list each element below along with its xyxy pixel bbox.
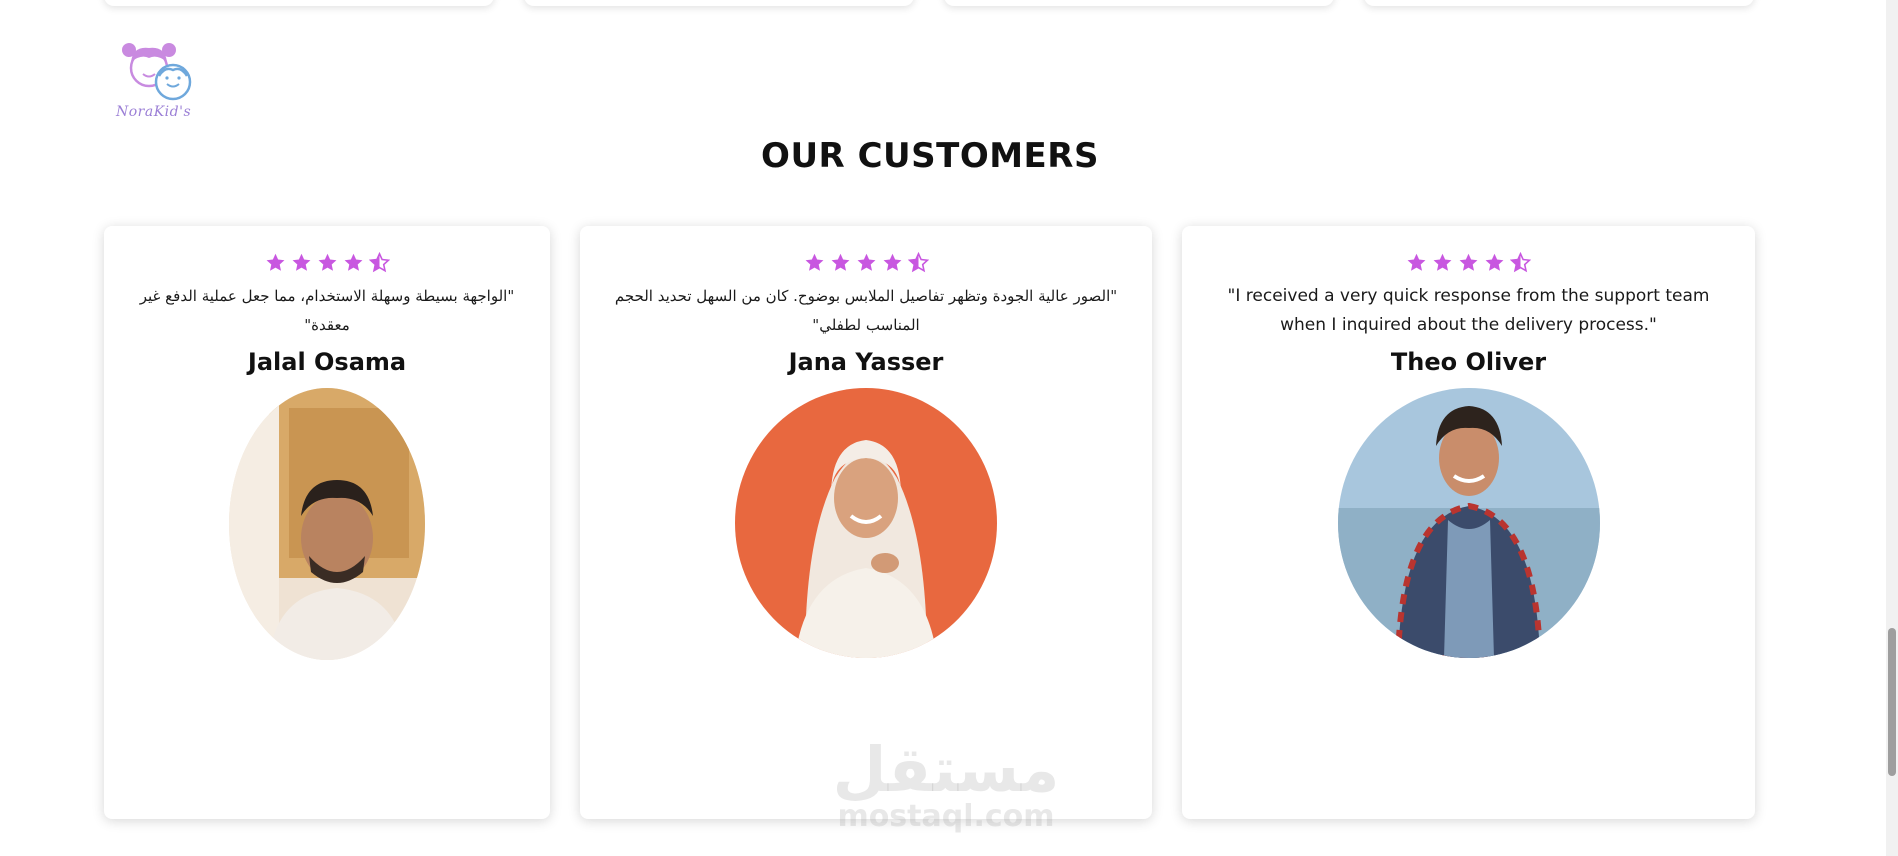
customer-name: Theo Oliver	[1390, 348, 1547, 376]
customer-photo-icon	[1337, 388, 1600, 658]
customer-name: Jana Yasser	[788, 348, 944, 376]
star-icon	[292, 253, 310, 271]
half-star-icon	[907, 252, 929, 273]
customer-photo-theo	[1337, 388, 1600, 658]
testimonial-quote: "الصور عالية الجودة وتظهر تفاصيل الملابس…	[614, 287, 1118, 334]
section-title: OUR CUSTOMERS	[761, 136, 1099, 176]
customer-photo-icon	[229, 388, 425, 660]
star-icon	[1433, 253, 1452, 271]
page-scrollbar[interactable]	[1886, 0, 1898, 856]
half-star-icon	[368, 252, 390, 273]
star-icon	[318, 253, 336, 271]
customer-photo-icon	[735, 388, 997, 658]
previous-card	[104, 0, 494, 6]
star-rating	[104, 252, 550, 274]
star-icon	[857, 253, 875, 271]
previous-card	[524, 0, 914, 6]
star-icon	[883, 253, 901, 271]
customer-photo-jalal	[229, 388, 425, 660]
star-icon	[344, 253, 362, 271]
star-rating	[1182, 252, 1755, 274]
star-icon	[1459, 253, 1478, 271]
star-icon	[831, 253, 849, 271]
star-icon	[266, 253, 284, 271]
logo-text: NoraKid's	[116, 104, 192, 120]
star-rating	[580, 252, 1152, 274]
customer-name: Jalal Osama	[247, 348, 407, 376]
star-icon	[1407, 253, 1426, 271]
testimonial-card: "الواجهة بسيطة وسهلة الاستخدام، مما جعل …	[104, 226, 550, 819]
scrollbar-thumb[interactable]	[1888, 628, 1896, 776]
previous-card	[1364, 0, 1754, 6]
testimonial-card: "I received a very quick response from t…	[1182, 226, 1755, 819]
testimonial-card: "الصور عالية الجودة وتظهر تفاصيل الملابس…	[580, 226, 1152, 819]
star-icon	[1485, 253, 1504, 271]
testimonial-quote: "الواجهة بسيطة وسهلة الاستخدام، مما جعل …	[139, 287, 515, 334]
page: NoraKid's OUR CUSTOMERS "الواجهة بسيطة و…	[0, 0, 1898, 856]
half-star-icon	[1510, 252, 1531, 273]
testimonial-quote: "I received a very quick response from t…	[1227, 286, 1710, 335]
previous-card	[944, 0, 1334, 6]
star-icon	[805, 253, 823, 271]
customer-photo-jana	[735, 388, 997, 658]
